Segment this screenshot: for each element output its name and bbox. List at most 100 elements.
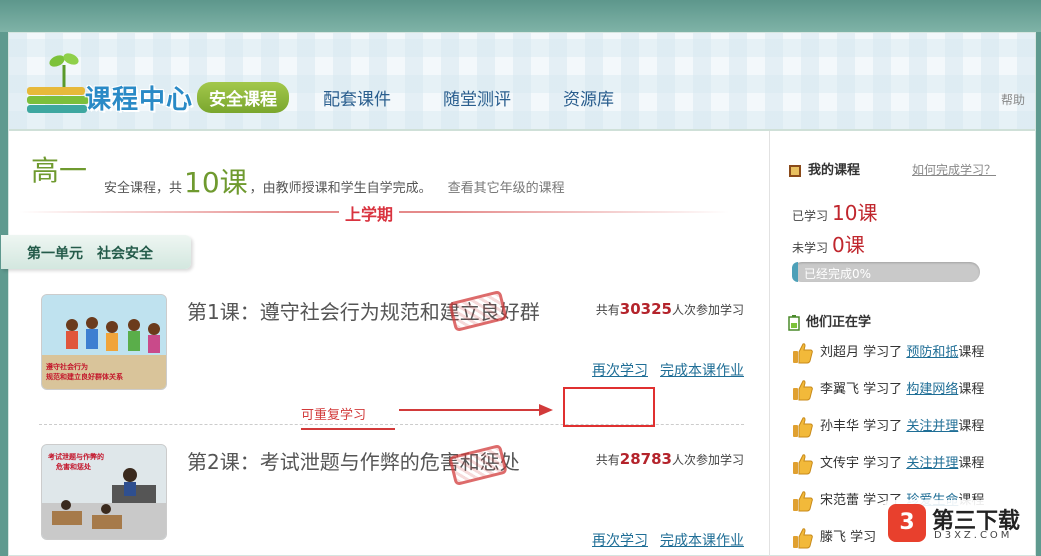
thumbs-up-icon xyxy=(793,527,813,548)
learner-item: 刘超月 学习了 预防和抵课程 xyxy=(792,341,984,364)
learner-name: 文传宇 xyxy=(820,456,860,471)
lesson-illustration: 遵守社会行为 规范和建立良好群体关系 xyxy=(42,295,166,389)
other-grades-link[interactable]: 查看其它年级的课程 xyxy=(448,181,565,196)
how-to-link[interactable]: 如何完成学习？ xyxy=(912,161,996,178)
count-post: 人次参加学习 xyxy=(671,303,744,317)
learner-suffix: 课程 xyxy=(958,456,985,471)
count-pre: 共有 xyxy=(595,453,620,467)
svg-text:遵守社会行为: 遵守社会行为 xyxy=(46,362,88,371)
logo-text: 课程中心 xyxy=(85,85,194,115)
progress-bar: 已经完成0% xyxy=(792,262,980,282)
learners-title: 他们正在学 xyxy=(806,315,872,330)
learner-course-link[interactable]: 构建网络 xyxy=(906,382,958,397)
unit-tab[interactable]: 第一单元 社会安全 xyxy=(1,235,191,269)
svg-text:危害和惩处: 危害和惩处 xyxy=(55,462,92,471)
intro-pre: 安全课程，共 xyxy=(104,181,183,196)
participant-count: 共有30325人次参加学习 xyxy=(596,300,744,318)
book-icon xyxy=(789,164,801,177)
learner-name: 滕飞 xyxy=(820,530,847,545)
lesson-thumbnail[interactable]: 遵守社会行为 规范和建立良好群体关系 xyxy=(41,294,167,390)
watermark-sub: D3XZ.COM xyxy=(934,530,1013,541)
grade-title: 高一 xyxy=(31,154,88,187)
count-value: 30325 xyxy=(619,300,672,318)
annotation-note: 可重复学习 xyxy=(301,408,367,423)
studied-stat: 已学习 10课 xyxy=(792,197,877,226)
learner-item: 滕飞 学习 xyxy=(792,526,876,549)
progress-text: 已经完成0% xyxy=(804,267,872,281)
books-icon xyxy=(27,87,89,113)
watermark: 3 第三下载 D3XZ.COM xyxy=(884,500,1034,548)
svg-text:规范和建立良好群体关系: 规范和建立良好群体关系 xyxy=(46,372,123,381)
lesson-actions: 再次学习 完成本课作业 xyxy=(580,530,744,550)
count-post: 人次参加学习 xyxy=(671,453,744,467)
my-courses-label: 我的课程 xyxy=(808,163,861,178)
progress-fill xyxy=(792,262,798,282)
learner-suffix: 课程 xyxy=(958,419,985,434)
learner-item: 李翼飞 学习了 构建网络课程 xyxy=(792,378,984,401)
unstudied-label: 未学习 xyxy=(792,241,829,255)
count-value: 28783 xyxy=(619,450,672,468)
relearn-link[interactable]: 再次学习 xyxy=(592,533,648,549)
thumbs-up-icon xyxy=(793,342,813,363)
annotation-underline xyxy=(301,428,395,430)
battery-icon xyxy=(788,314,800,331)
studied-label: 已学习 xyxy=(792,209,829,223)
learner-name: 宋范蕾 xyxy=(820,493,860,508)
nav-courseware[interactable]: 配套课件 xyxy=(323,85,391,110)
intro-post: ，由教师授课和学生自学完成。 xyxy=(249,181,432,196)
highlight-box xyxy=(563,387,655,427)
learner-verb: 学习了 xyxy=(863,345,903,360)
help-link[interactable]: 帮助 xyxy=(1001,91,1025,108)
learner-verb: 学习了 xyxy=(863,419,903,434)
sidebar: 我的课程 如何完成学习？ 已学习 10课 未学习 0课 已经完成0% 他们正在学 刘… xyxy=(769,131,1037,556)
learner-verb: 学习 xyxy=(850,530,877,545)
lesson-illustration: 考试泄题与作弊的 危害和惩处 xyxy=(42,445,166,539)
nav-safety-course[interactable]: 安全课程 xyxy=(197,81,289,113)
learner-item: 文传宇 学习了 关注并理课程 xyxy=(792,452,984,475)
top-band xyxy=(0,0,1041,32)
learner-verb: 学习了 xyxy=(863,456,903,471)
learner-suffix: 课程 xyxy=(958,345,985,360)
main-nav: 安全课程 配套课件 随堂测评 资源库 xyxy=(197,81,666,113)
learner-name: 李翼飞 xyxy=(820,382,860,397)
learner-verb: 学习了 xyxy=(863,382,903,397)
relearn-link[interactable]: 再次学习 xyxy=(592,363,648,379)
arrow-icon xyxy=(399,404,553,416)
learners-heading: 他们正在学 xyxy=(788,311,871,331)
participant-count: 共有28783人次参加学习 xyxy=(596,450,744,468)
learner-course-link[interactable]: 关注并理 xyxy=(906,419,958,434)
learner-item: 孙丰华 学习了 关注并理课程 xyxy=(792,415,984,438)
lesson-actions: 再次学习 完成本课作业 xyxy=(580,360,744,380)
logo[interactable]: 课程中心 xyxy=(23,45,198,117)
learner-course-link[interactable]: 关注并理 xyxy=(906,456,958,471)
count-pre: 共有 xyxy=(595,303,620,317)
header: 课程中心 安全课程 配套课件 随堂测评 资源库 帮助 xyxy=(9,33,1035,131)
thumbs-up-icon xyxy=(793,379,813,400)
learner-course-link[interactable]: 预防和抵 xyxy=(906,345,958,360)
learner-name: 孙丰华 xyxy=(820,419,860,434)
thumbs-up-icon xyxy=(793,453,813,474)
course-intro: 安全课程，共10课 ，由教师授课和学生自学完成。 查看其它年级的课程 xyxy=(104,161,565,201)
lesson-thumbnail[interactable]: 考试泄题与作弊的 危害和惩处 xyxy=(41,444,167,540)
nav-quiz[interactable]: 随堂测评 xyxy=(443,85,511,110)
unstudied-stat: 未学习 0课 xyxy=(792,229,865,258)
svg-text:考试泄题与作弊的: 考试泄题与作弊的 xyxy=(48,452,104,461)
thumbs-up-icon xyxy=(793,416,813,437)
thumbs-up-icon xyxy=(793,490,813,511)
learner-suffix: 课程 xyxy=(958,382,985,397)
watermark-logo-icon: 3 xyxy=(888,504,926,542)
lesson-item: 遵守社会行为 规范和建立良好群体关系 第1课：遵守社会行为规范和建立良好群 共有… xyxy=(39,289,744,402)
lesson-item: 考试泄题与作弊的 危害和惩处 第2课：考试泄题与作弊的危害和惩处 共有28783… xyxy=(39,443,744,552)
unstudied-value: 0课 xyxy=(832,233,865,257)
term-label: 上学期 xyxy=(339,201,400,225)
page-frame: 课程中心 安全课程 配套课件 随堂测评 资源库 帮助 高一 安全课程，共10课，… xyxy=(1,32,1037,556)
nav-resources[interactable]: 资源库 xyxy=(563,85,614,110)
homework-link[interactable]: 完成本课作业 xyxy=(660,533,744,549)
course-count: 10课 xyxy=(184,166,248,199)
studied-value: 10课 xyxy=(832,201,878,225)
sprout-icon xyxy=(49,53,79,89)
learner-name: 刘超月 xyxy=(820,345,860,360)
homework-link[interactable]: 完成本课作业 xyxy=(660,363,744,379)
my-courses-heading: 我的课程 xyxy=(788,159,860,178)
course-list: 高一 安全课程，共10课 ，由教师授课和学生自学完成。 查看其它年级的课程 上学期 … xyxy=(1,131,761,556)
